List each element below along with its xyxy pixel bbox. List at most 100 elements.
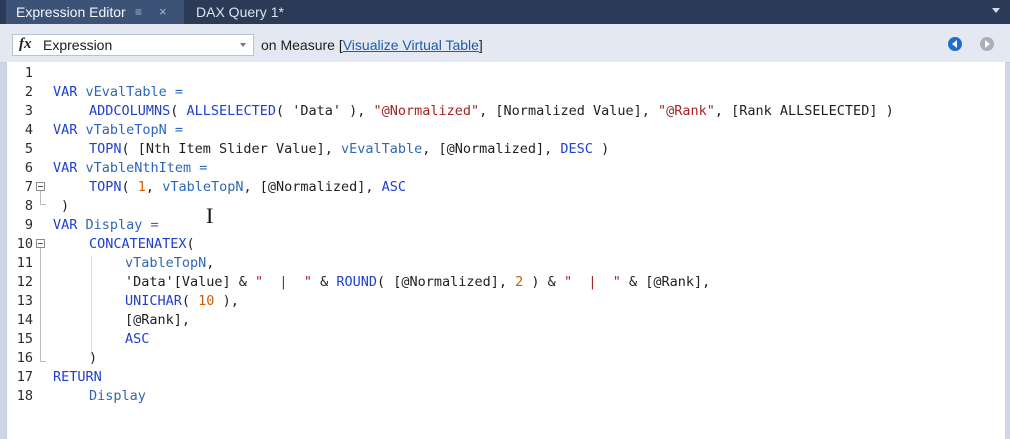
- keyword: VAR: [53, 122, 78, 138]
- keyword: VAR: [53, 160, 78, 176]
- collapse-icon[interactable]: [36, 182, 45, 191]
- function: ADDCOLUMNS: [89, 103, 171, 119]
- function: UNICHAR: [125, 293, 182, 309]
- line-number-gutter: 1 2 3 4 5 6 7 8 9 10 11 12 13 14 15 16 1…: [7, 62, 35, 439]
- code-line: VAR vTableNthItem =: [53, 160, 207, 176]
- forward-arrow-icon[interactable]: [980, 37, 994, 51]
- code-text: (: [170, 103, 187, 119]
- keyword: VAR: [53, 217, 78, 233]
- code-text: ),: [214, 293, 239, 309]
- code-line: CONCATENATEX(: [89, 236, 195, 252]
- fold-guide: [40, 191, 41, 204]
- fx-icon: fx: [19, 36, 32, 52]
- number-literal: 1: [137, 179, 146, 195]
- code-line: TOPN( 1, vTableTopN, [@Normalized], ASC: [89, 179, 406, 195]
- function: TOPN: [89, 179, 122, 195]
- line-number: 1: [24, 65, 33, 81]
- code-text: (: [181, 293, 199, 309]
- code-line: ): [61, 198, 69, 214]
- code-line: Display: [89, 388, 146, 404]
- fold-guide-end: [40, 361, 46, 362]
- code-text: , [Rank ALLSELECTED] ): [714, 103, 894, 119]
- function: TOPN: [89, 141, 122, 157]
- line-number: 3: [24, 103, 33, 119]
- code-text: , [@Normalized],: [422, 141, 561, 157]
- chevron-down-icon: [240, 43, 246, 47]
- line-number: 2: [24, 84, 33, 100]
- code-line: UNICHAR( 10 ),: [125, 293, 239, 309]
- line-number: 14: [16, 312, 33, 328]
- code-text: &: [311, 274, 337, 290]
- variable-ref: vTableTopN: [125, 255, 207, 271]
- code-text: ( [@Normalized],: [376, 274, 516, 290]
- variable-name: Display =: [77, 217, 159, 233]
- line-number: 13: [16, 293, 33, 309]
- tab-overflow-chevron-down-icon[interactable]: [992, 8, 1000, 13]
- line-number: 10: [16, 236, 33, 252]
- bracket-close: ]: [478, 37, 483, 53]
- indent-guide: [91, 256, 92, 356]
- code-text: , [@Normalized],: [243, 179, 382, 195]
- code-line: ADDCOLUMNS( ALLSELECTED( 'Data' ), "@Nor…: [89, 103, 894, 119]
- code-text: ,: [145, 179, 163, 195]
- fold-guide: [40, 248, 41, 361]
- expression-toolbar: fx Expression on Measure [Visualize Virt…: [0, 24, 1010, 63]
- code-line: vTableTopN,: [125, 255, 214, 271]
- code-text: ): [89, 350, 98, 366]
- tab-label: Expression Editor: [16, 4, 126, 20]
- number-literal: 10: [198, 293, 215, 309]
- code-text: (: [186, 236, 195, 252]
- code-line: VAR vTableTopN =: [53, 122, 183, 138]
- tab-dax-query[interactable]: DAX Query 1*: [186, 0, 316, 24]
- pin-icon[interactable]: ≡: [135, 0, 142, 24]
- line-number: 9: [24, 217, 33, 233]
- string-literal: "@Normalized": [373, 103, 480, 119]
- code-line: [@Rank],: [125, 312, 190, 328]
- variable-name: vEvalTable =: [77, 84, 184, 100]
- line-number: 7: [24, 179, 33, 195]
- code-text: ): [61, 198, 70, 214]
- tab-expression-editor[interactable]: Expression Editor ≡ ×: [6, 0, 184, 24]
- code-line: ): [89, 350, 97, 366]
- line-number: 11: [16, 255, 33, 271]
- tab-label: DAX Query 1*: [196, 4, 284, 20]
- collapse-icon[interactable]: [36, 239, 45, 248]
- line-number: 17: [16, 369, 33, 385]
- variable-name: vTableTopN =: [77, 122, 184, 138]
- code-line: ASC: [125, 331, 149, 347]
- code-text: ): [592, 141, 610, 157]
- code-text: ) &: [523, 274, 564, 290]
- code-line: VAR vEvalTable =: [53, 84, 183, 100]
- code-text: ,: [206, 255, 215, 271]
- variable-name: vTableNthItem =: [77, 160, 208, 176]
- code-line: 'Data'[Value] & " | " & ROUND( [@Normali…: [125, 274, 710, 290]
- function: ROUND: [336, 274, 377, 290]
- back-arrow-icon[interactable]: [948, 37, 962, 51]
- expression-dropdown-value: Expression: [43, 37, 113, 53]
- keyword: VAR: [53, 84, 78, 100]
- line-number: 8: [24, 198, 33, 214]
- variable-ref: vTableTopN: [162, 179, 244, 195]
- measure-context: on Measure [Visualize Virtual Table]: [261, 37, 483, 53]
- code-editor[interactable]: 1 2 3 4 5 6 7 8 9 10 11 12 13 14 15 16 1…: [6, 62, 1005, 439]
- code-line: VAR Display =: [53, 217, 159, 233]
- line-number: 16: [16, 350, 33, 366]
- keyword: RETURN: [53, 369, 102, 385]
- line-number: 5: [24, 141, 33, 157]
- code-text: (: [121, 179, 138, 195]
- document-tab-bar: Expression Editor ≡ × DAX Query 1*: [0, 0, 1010, 24]
- function: ALLSELECTED: [186, 103, 276, 119]
- close-icon[interactable]: ×: [159, 0, 167, 24]
- variable-ref: Display: [89, 388, 146, 404]
- code-text: , [Normalized Value],: [479, 103, 658, 119]
- code-text: [@Rank],: [125, 312, 191, 328]
- line-number: 15: [16, 331, 33, 347]
- line-number: 18: [16, 388, 33, 404]
- function: CONCATENATEX: [89, 236, 187, 252]
- line-number: 4: [24, 122, 33, 138]
- measure-link[interactable]: Visualize Virtual Table: [343, 37, 479, 53]
- string-literal: " | ": [255, 274, 312, 290]
- code-line: RETURN: [53, 369, 102, 385]
- expression-dropdown[interactable]: fx Expression: [12, 34, 254, 56]
- keyword: ASC: [381, 179, 407, 195]
